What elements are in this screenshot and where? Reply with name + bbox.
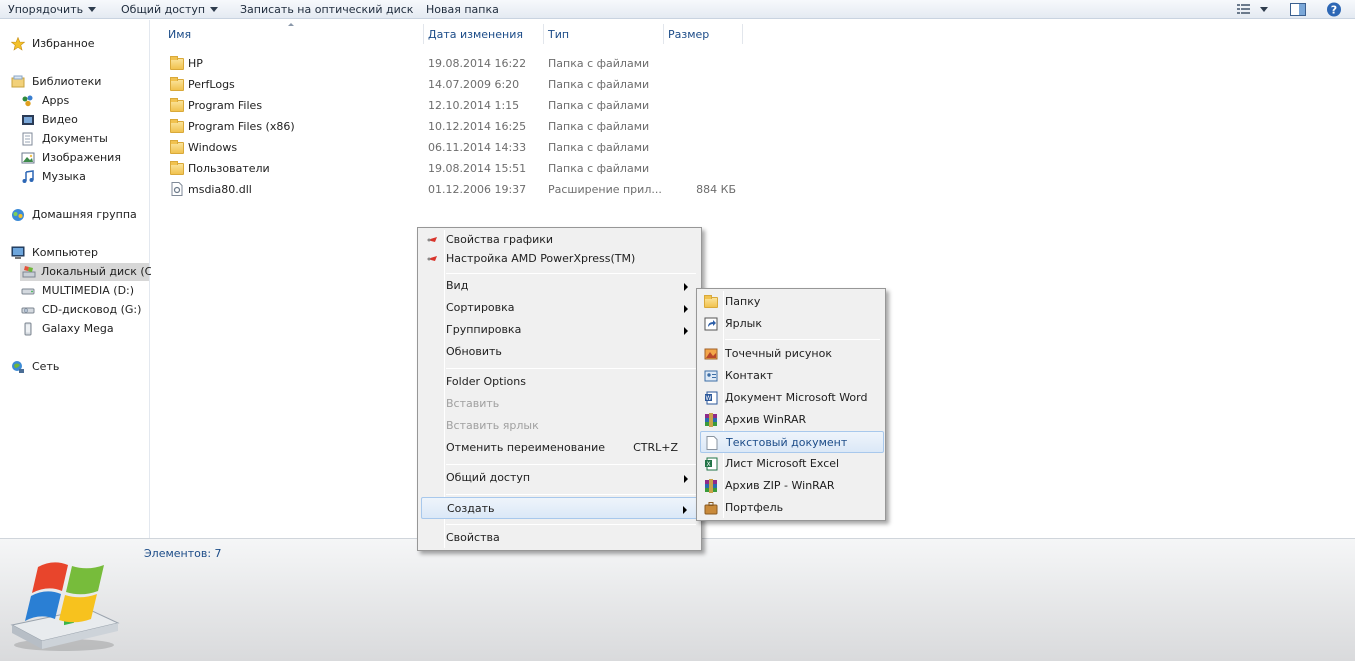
view-options-icon[interactable] <box>1236 2 1252 17</box>
folder-icon <box>704 295 718 308</box>
context-menu: Свойства графики Настройка AMD PowerXpre… <box>417 227 702 551</box>
details-pane: Элементов: 7 <box>0 538 1355 661</box>
submenu-item-excel[interactable]: X Лист Microsoft Excel <box>700 453 882 475</box>
local-disk-icon <box>22 266 36 278</box>
phone-icon <box>24 322 32 336</box>
music-icon <box>22 170 34 183</box>
chevron-right-icon <box>684 305 688 313</box>
menu-item-view[interactable]: Вид <box>421 275 698 297</box>
menu-item-create[interactable]: Создать <box>421 497 698 519</box>
submenu-item-folder[interactable]: Папку <box>700 291 882 313</box>
zip-archive-icon <box>705 479 717 493</box>
sort-arrow-icon <box>288 23 294 26</box>
column-header-name[interactable]: Имя <box>168 26 191 44</box>
menu-item-folder-options[interactable]: Folder Options <box>421 371 698 393</box>
chevron-right-icon <box>684 283 688 291</box>
burn-button[interactable]: Записать на оптический диск <box>240 2 413 17</box>
file-row-perflogs[interactable]: PerfLogs 14.07.2009 6:20 Папка с файлами <box>168 75 888 96</box>
column-header-type[interactable]: Тип <box>548 26 569 44</box>
share-button[interactable]: Общий доступ <box>121 2 219 17</box>
drive-windows-logo-icon <box>10 562 120 651</box>
menu-item-undo-rename[interactable]: Отменить переименование CTRL+Z <box>421 437 698 459</box>
submenu-item-contact[interactable]: Контакт <box>700 365 882 387</box>
column-separator[interactable] <box>663 24 664 44</box>
excel-icon: X <box>705 457 718 471</box>
menu-item-sort[interactable]: Сортировка <box>421 297 698 319</box>
file-row-users[interactable]: Пользователи 19.08.2014 15:51 Папка с фа… <box>168 159 888 180</box>
graphics-icon <box>427 237 437 242</box>
menu-item-refresh[interactable]: Обновить <box>421 341 698 363</box>
folder-icon <box>170 56 184 70</box>
menu-item-share[interactable]: Общий доступ <box>421 467 698 489</box>
submenu-item-bitmap[interactable]: Точечный рисунок <box>700 343 882 365</box>
computer-icon <box>11 246 25 259</box>
chevron-down-icon <box>88 7 97 12</box>
briefcase-icon <box>704 502 718 515</box>
view-dropdown-icon[interactable] <box>1257 2 1273 17</box>
navigation-pane: Избранное Библиотеки Apps Видео Документ… <box>0 20 152 538</box>
help-icon[interactable]: ? <box>1326 2 1342 17</box>
file-row-program-files-x86[interactable]: Program Files (x86) 10.12.2014 16:25 Пап… <box>168 117 888 138</box>
dll-file-icon <box>171 182 183 196</box>
items-count: Элементов: 7 <box>144 547 222 560</box>
folder-icon <box>170 119 184 133</box>
new-folder-button[interactable]: Новая папка <box>426 2 499 17</box>
library-icon <box>11 75 25 88</box>
file-row-program-files[interactable]: Program Files 12.10.2014 1:15 Папка с фа… <box>168 96 888 117</box>
pictures-icon <box>21 152 35 164</box>
preview-pane-icon[interactable] <box>1290 2 1306 17</box>
menu-item-paste[interactable]: Вставить <box>421 393 698 415</box>
word-icon: W <box>705 391 718 405</box>
nav-drive-c[interactable]: Локальный диск (C <box>20 263 152 281</box>
graphics-icon <box>427 256 437 261</box>
bitmap-icon <box>704 348 718 360</box>
shortcut-icon <box>704 317 718 331</box>
submenu-item-briefcase[interactable]: Портфель <box>700 497 882 519</box>
chevron-down-icon <box>210 7 219 12</box>
column-separator[interactable] <box>423 24 424 44</box>
submenu-item-zip[interactable]: Архив ZIP - WinRAR <box>700 475 882 497</box>
folder-icon <box>170 98 184 112</box>
create-submenu: Папку Ярлык Точечный рисунок Контакт W Д… <box>696 288 886 521</box>
hard-drive-icon <box>21 288 35 295</box>
menu-item-paste-shortcut[interactable]: Вставить ярлык <box>421 415 698 437</box>
folder-icon <box>170 140 184 154</box>
star-icon <box>11 37 25 51</box>
svg-text:W: W <box>706 395 712 402</box>
svg-text:X: X <box>706 461 710 468</box>
file-row-hp[interactable]: HP 19.08.2014 16:22 Папка с файлами <box>168 54 888 75</box>
chevron-right-icon <box>683 506 687 514</box>
network-icon <box>12 361 24 373</box>
file-row-msdia80[interactable]: msdia80.dll 01.12.2006 19:37 Расширение … <box>168 180 888 201</box>
folder-icon <box>170 77 184 91</box>
documents-icon <box>22 132 33 146</box>
homegroup-icon <box>12 209 24 221</box>
submenu-item-text-document[interactable]: Текстовый документ <box>700 431 884 453</box>
cd-drive-icon <box>21 307 35 314</box>
column-separator[interactable] <box>543 24 544 44</box>
column-separator[interactable] <box>742 24 743 44</box>
column-header-size[interactable]: Размер <box>668 26 709 44</box>
submenu-item-winrar[interactable]: Архив WinRAR <box>700 409 882 431</box>
text-document-icon <box>706 436 718 450</box>
folder-icon <box>170 161 184 175</box>
chevron-right-icon <box>684 475 688 483</box>
organize-button[interactable]: Упорядочить <box>8 2 97 17</box>
menu-item-group[interactable]: Группировка <box>421 319 698 341</box>
svg-text:?: ? <box>1331 4 1337 17</box>
menu-item-properties[interactable]: Свойства <box>421 527 698 549</box>
menu-item-amd-powerxpress[interactable]: Настройка AMD PowerXpress(TM) <box>421 248 698 270</box>
winrar-icon <box>705 413 717 427</box>
video-icon <box>22 115 34 125</box>
chevron-right-icon <box>684 327 688 335</box>
submenu-item-shortcut[interactable]: Ярлык <box>700 313 882 335</box>
column-header-date[interactable]: Дата изменения <box>428 26 523 44</box>
apps-icon <box>22 95 33 107</box>
file-row-windows[interactable]: Windows 06.11.2014 14:33 Папка с файлами <box>168 138 888 159</box>
command-bar: Упорядочить Общий доступ Записать на опт… <box>0 0 1355 19</box>
contact-icon <box>704 370 718 382</box>
submenu-item-word[interactable]: W Документ Microsoft Word <box>700 387 882 409</box>
